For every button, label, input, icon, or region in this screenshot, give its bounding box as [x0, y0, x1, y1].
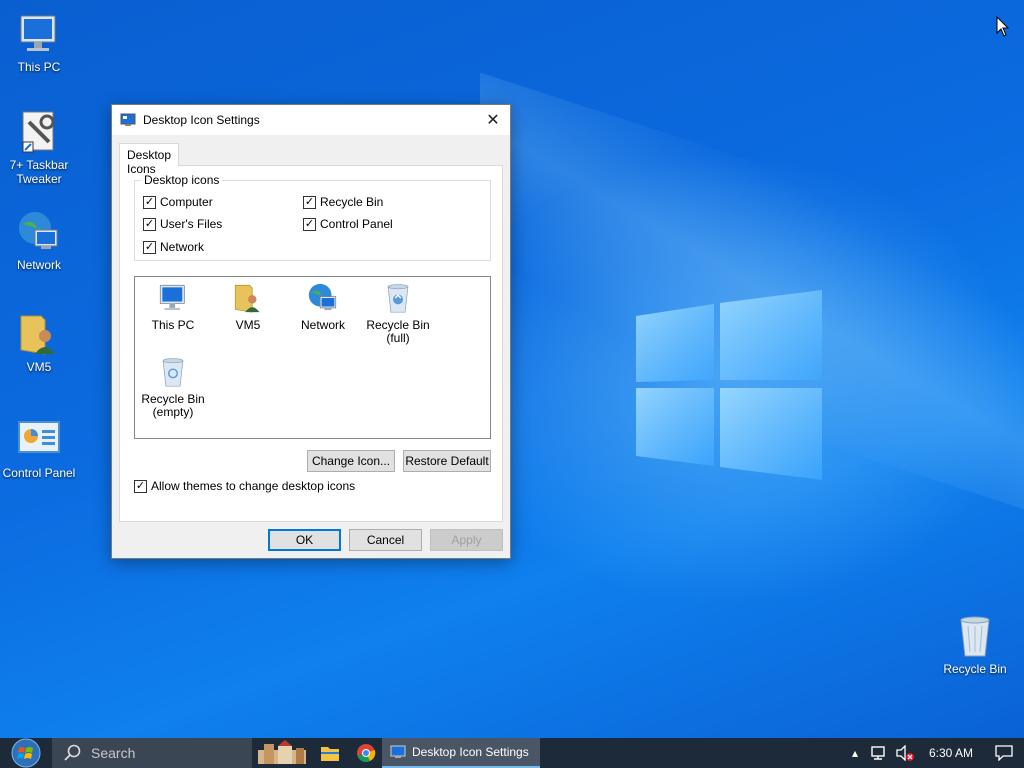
taskbar-active-app[interactable]: Desktop Icon Settings	[382, 738, 540, 768]
checkmark-icon: ✓	[134, 479, 147, 493]
desktop-settings-icon	[390, 745, 406, 758]
taskbar: Search Desktop Icon Settings ▴ 6:30 AM	[0, 738, 1024, 768]
icon-list-view[interactable]: This PC VM5 Network Recycle Bin (full) R…	[134, 276, 491, 439]
cancel-button[interactable]: Cancel	[349, 529, 422, 551]
checkbox-recycle-bin[interactable]: ✓ Recycle Bin	[303, 195, 383, 209]
ok-button[interactable]: OK	[268, 529, 341, 551]
list-item-label: Network	[300, 318, 345, 332]
checkbox-computer[interactable]: ✓ Computer	[143, 195, 213, 209]
search-placeholder: Search	[91, 745, 136, 761]
tray-overflow-button[interactable]: ▴	[844, 746, 866, 760]
desktop-icons-group: Desktop icons ✓ Computer ✓ Recycle Bin ✓ Us…	[134, 173, 491, 261]
desktop-icon-taskbar-tweaker[interactable]: 7+ Taskbar Tweaker	[0, 108, 78, 186]
desktop-settings-icon	[120, 113, 136, 126]
close-icon: ✕	[486, 112, 500, 129]
search-icon	[64, 744, 81, 761]
checkbox-network[interactable]: ✓ Network	[143, 240, 204, 254]
checkbox-label: Network	[160, 240, 205, 254]
action-center-button[interactable]	[984, 745, 1024, 761]
dialog-titlebar[interactable]: Desktop Icon Settings ✕	[112, 105, 510, 135]
taskbar-chrome[interactable]	[348, 738, 384, 768]
list-item-label: Recycle Bin (full)	[366, 318, 430, 345]
list-item-label: This PC	[151, 318, 195, 332]
checkbox-allow-themes[interactable]: ✓ Allow themes to change desktop icons	[134, 479, 355, 493]
volume-muted-icon	[896, 745, 914, 761]
desktop-icon-label: Control Panel	[2, 466, 76, 480]
desktop-icon-label: VM5	[26, 360, 52, 374]
taskbar-tweaker-icon	[15, 108, 63, 156]
list-item-label: VM5	[235, 318, 261, 332]
folder-icon	[321, 747, 339, 761]
start-orb-icon	[11, 738, 41, 768]
taskbar-search[interactable]: Search	[52, 738, 252, 768]
desktop-icon-settings-dialog: Desktop Icon Settings ✕ Desktop Icons De…	[111, 104, 511, 559]
user-folder-icon	[15, 310, 63, 358]
mouse-cursor-icon	[996, 16, 1010, 37]
this-pc-icon	[15, 10, 63, 58]
checkbox-label: Control Panel	[320, 217, 393, 231]
list-item-label: Recycle Bin (empty)	[141, 392, 205, 419]
windows-logo-wallpaper	[636, 290, 822, 480]
network-tray-button[interactable]	[866, 745, 892, 761]
this-pc-icon	[156, 281, 190, 315]
system-tray: ▴ 6:30 AM	[844, 738, 1024, 768]
checkbox-users-files[interactable]: ✓ User's Files	[143, 217, 222, 231]
volume-tray-button[interactable]	[892, 745, 918, 761]
desktop-icon-recycle-bin[interactable]: Recycle Bin	[936, 612, 1014, 676]
chevron-up-icon: ▴	[851, 746, 859, 760]
checkbox-label: User's Files	[160, 217, 223, 231]
desktop-icon-label: Network	[16, 258, 61, 272]
tab-panel: Desktop icons ✓ Computer ✓ Recycle Bin ✓ Us…	[119, 165, 503, 522]
close-button[interactable]: ✕	[476, 105, 510, 135]
apply-button[interactable]: Apply	[430, 529, 503, 551]
network-icon	[15, 208, 63, 256]
desktop-icon-vm5[interactable]: VM5	[0, 310, 78, 374]
checkbox-label: Computer	[160, 195, 213, 209]
checkmark-icon: ✓	[143, 217, 156, 231]
list-item-recycle-bin-full[interactable]: Recycle Bin (full)	[362, 281, 434, 345]
clock[interactable]: 6:30 AM	[918, 746, 984, 760]
tab-desktop-icons[interactable]: Desktop Icons	[119, 143, 180, 176]
list-item-recycle-bin-empty[interactable]: Recycle Bin (empty)	[137, 355, 209, 419]
checkmark-icon: ✓	[303, 217, 316, 231]
taskbar-pinned-town[interactable]	[252, 738, 312, 768]
checkmark-icon: ✓	[143, 195, 156, 209]
checkbox-label: Recycle Bin	[320, 195, 384, 209]
network-status-icon	[871, 746, 885, 760]
checkmark-icon: ✓	[143, 240, 156, 254]
desktop-icon-label: This PC	[17, 60, 61, 74]
network-icon	[306, 281, 340, 315]
checkbox-control-panel[interactable]: ✓ Control Panel	[303, 217, 393, 231]
list-item-network[interactable]: Network	[287, 281, 359, 332]
list-item-vm5[interactable]: VM5	[212, 281, 284, 332]
checkbox-label: Allow themes to change desktop icons	[151, 479, 356, 493]
taskbar-app-label: Desktop Icon Settings	[412, 745, 529, 759]
dialog-title: Desktop Icon Settings	[143, 113, 260, 127]
notification-icon	[995, 745, 1013, 761]
list-item-this-pc[interactable]: This PC	[137, 281, 209, 332]
desktop-icon-this-pc[interactable]: This PC	[0, 10, 78, 74]
desktop-icon-network[interactable]: Network	[0, 208, 78, 272]
recycle-bin-full-icon	[381, 281, 415, 315]
recycle-bin-icon	[951, 612, 999, 660]
desktop-icon-control-panel[interactable]: Control Panel	[0, 416, 78, 480]
user-folder-icon	[231, 281, 265, 315]
control-panel-icon	[15, 416, 63, 464]
change-icon-button[interactable]: Change Icon...	[307, 450, 395, 472]
town-app-icon	[258, 740, 306, 764]
restore-default-button[interactable]: Restore Default	[403, 450, 491, 472]
taskbar-file-explorer[interactable]	[312, 738, 348, 768]
chrome-icon	[357, 744, 376, 762]
recycle-bin-empty-icon	[156, 355, 190, 389]
desktop-icon-label: 7+ Taskbar Tweaker	[9, 158, 69, 186]
start-button[interactable]	[0, 738, 52, 768]
checkmark-icon: ✓	[303, 195, 316, 209]
desktop-icon-label: Recycle Bin	[943, 662, 1007, 676]
